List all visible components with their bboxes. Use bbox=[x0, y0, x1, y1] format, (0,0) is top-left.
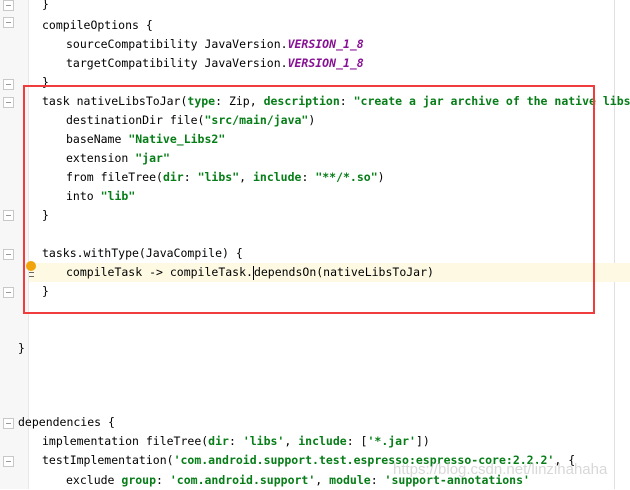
code-token: exclude bbox=[66, 473, 122, 487]
code-token: "src/main/java" bbox=[204, 113, 309, 127]
fold-marker-icon[interactable] bbox=[3, 17, 14, 28]
code-line[interactable]: extension "jar" bbox=[0, 149, 170, 168]
fold-marker-icon[interactable] bbox=[3, 210, 14, 221]
code-token: "Native_Libs2" bbox=[128, 132, 226, 146]
code-token: into bbox=[66, 189, 101, 203]
fold-marker-icon[interactable] bbox=[3, 0, 14, 11]
code-token: } bbox=[18, 341, 25, 355]
code-token: : bbox=[183, 170, 198, 184]
code-token: , bbox=[284, 434, 299, 448]
code-line[interactable] bbox=[0, 320, 18, 339]
code-token: include bbox=[252, 170, 302, 184]
code-token: dependsOn(nativeLibsToJar) bbox=[253, 265, 434, 279]
code-token: } bbox=[42, 284, 49, 298]
code-line[interactable]: destinationDir file("src/main/java") bbox=[0, 111, 315, 130]
code-token: baseName bbox=[66, 132, 129, 146]
code-token: VERSION_1_8 bbox=[287, 56, 364, 70]
code-token: } bbox=[42, 0, 49, 11]
code-token: dependencies { bbox=[18, 415, 115, 429]
code-token: } bbox=[42, 208, 49, 222]
code-token: include bbox=[298, 434, 347, 448]
code-token: dir bbox=[208, 434, 229, 448]
code-line[interactable] bbox=[0, 358, 18, 377]
fold-marker-icon[interactable] bbox=[3, 79, 14, 90]
code-token: extension bbox=[66, 151, 136, 165]
code-line[interactable]: into "lib" bbox=[0, 187, 135, 206]
fold-marker-icon[interactable] bbox=[3, 456, 14, 467]
code-token: "libs" bbox=[197, 170, 240, 184]
code-line[interactable]: sourceCompatibility JavaVersion.VERSION_… bbox=[0, 35, 364, 54]
code-token: compileTask -> compileTask. bbox=[66, 265, 253, 279]
code-line[interactable]: targetCompatibility JavaVersion.VERSION_… bbox=[0, 54, 364, 73]
code-token: VERSION_1_8 bbox=[287, 37, 364, 51]
code-line[interactable]: tasks.withType(JavaCompile) { bbox=[0, 244, 243, 263]
code-token: : bbox=[156, 473, 170, 487]
code-line[interactable]: implementation fileTree(dir: 'libs', inc… bbox=[0, 432, 430, 451]
code-token: : Zip, bbox=[215, 94, 264, 108]
code-token: testImplementation( bbox=[42, 453, 174, 467]
code-token: module bbox=[329, 473, 371, 487]
code-line[interactable]: dependencies { bbox=[0, 413, 115, 432]
code-line[interactable]: compileOptions { bbox=[0, 16, 153, 35]
code-token: type bbox=[187, 94, 216, 108]
code-token: task nativeLibsToJar( bbox=[42, 94, 188, 108]
code-token: ) bbox=[308, 113, 316, 127]
code-line[interactable]: task nativeLibsToJar(type: Zip, descript… bbox=[0, 92, 630, 111]
code-token: description bbox=[263, 94, 340, 108]
fold-marker-icon[interactable] bbox=[3, 418, 14, 429]
code-token: "jar" bbox=[135, 151, 170, 165]
code-token: , bbox=[315, 473, 330, 487]
fold-marker-icon[interactable] bbox=[3, 249, 14, 260]
code-token: ]) bbox=[415, 434, 430, 448]
code-token: tasks.withType(JavaCompile) { bbox=[42, 246, 243, 260]
fold-marker-icon[interactable] bbox=[3, 287, 14, 298]
code-token: "**/*.so" bbox=[315, 170, 378, 184]
code-token: : bbox=[339, 94, 354, 108]
code-token: 'com.android.support' bbox=[169, 473, 316, 487]
code-token: 'libs' bbox=[242, 434, 285, 448]
code-token: targetCompatibility JavaVersion. bbox=[66, 56, 288, 70]
code-token: : [ bbox=[346, 434, 368, 448]
code-token: sourceCompatibility JavaVersion. bbox=[66, 37, 288, 51]
code-token: : bbox=[301, 170, 316, 184]
code-token: : bbox=[370, 473, 385, 487]
code-token: "lib" bbox=[100, 189, 136, 203]
right-margin-guide bbox=[614, 0, 615, 489]
code-line[interactable]: compileTask -> compileTask.dependsOn(nat… bbox=[29, 263, 630, 282]
code-token: '*.jar' bbox=[367, 434, 416, 448]
code-token: ) bbox=[377, 170, 385, 184]
code-line[interactable]: baseName "Native_Libs2" bbox=[0, 130, 225, 149]
code-token: destinationDir file( bbox=[66, 113, 205, 127]
code-token: } bbox=[42, 75, 49, 89]
code-token: from fileTree( bbox=[66, 170, 163, 184]
code-line[interactable]: from fileTree(dir: "libs", include: "**/… bbox=[0, 168, 385, 187]
watermark: https://blog.csdn.net/linzihahaha bbox=[393, 461, 608, 478]
code-token: "create a jar archive of the native libs… bbox=[353, 94, 630, 108]
lightbulb-intention-icon[interactable] bbox=[26, 261, 36, 277]
code-token: group bbox=[121, 473, 157, 487]
code-line[interactable] bbox=[0, 301, 18, 320]
code-token: dir bbox=[162, 170, 184, 184]
code-token: compileOptions { bbox=[42, 18, 153, 32]
code-line[interactable] bbox=[0, 225, 18, 244]
code-token: : bbox=[228, 434, 243, 448]
code-token: implementation fileTree( bbox=[42, 434, 209, 448]
code-line[interactable]: } bbox=[0, 339, 25, 358]
code-line[interactable] bbox=[0, 377, 18, 396]
fold-marker-icon[interactable] bbox=[3, 97, 14, 108]
code-token: , bbox=[239, 170, 253, 184]
